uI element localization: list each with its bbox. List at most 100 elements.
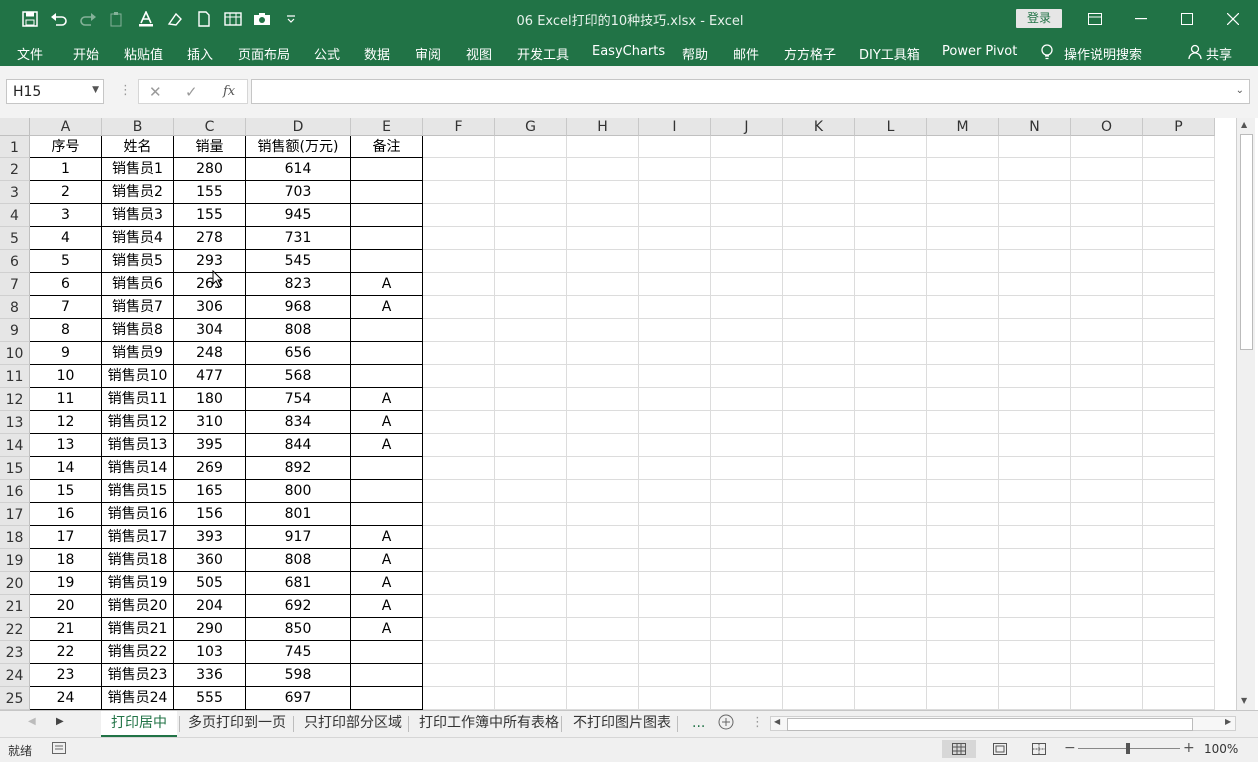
empty-cell[interactable] [711, 273, 783, 296]
empty-cell[interactable] [567, 181, 639, 204]
cell-seq[interactable]: 4 [30, 227, 102, 250]
empty-cell[interactable] [1143, 434, 1215, 457]
cell-sales[interactable]: 204 [174, 595, 246, 618]
horizontal-scroll-thumb[interactable] [787, 718, 1193, 731]
add-sheet-icon[interactable] [718, 714, 734, 734]
empty-cell[interactable] [423, 319, 495, 342]
empty-cell[interactable] [927, 641, 999, 664]
empty-cell[interactable] [783, 549, 855, 572]
empty-cell[interactable] [999, 181, 1071, 204]
cell-sales[interactable]: 555 [174, 687, 246, 710]
empty-cell[interactable] [495, 411, 567, 434]
normal-view-icon[interactable] [942, 740, 976, 758]
print-preview-icon[interactable] [220, 6, 246, 32]
empty-cell[interactable] [639, 664, 711, 687]
macro-record-icon[interactable] [52, 742, 66, 757]
cell-seq[interactable]: 15 [30, 480, 102, 503]
empty-cell[interactable] [495, 227, 567, 250]
empty-cell[interactable] [1071, 319, 1143, 342]
table-header-cell[interactable]: 销售额(万元) [246, 136, 351, 158]
empty-cell[interactable] [711, 388, 783, 411]
column-header-a[interactable]: A [30, 118, 102, 136]
empty-cell[interactable] [1143, 204, 1215, 227]
empty-cell[interactable] [999, 296, 1071, 319]
empty-cell[interactable] [567, 319, 639, 342]
empty-cell[interactable] [855, 273, 927, 296]
empty-cell[interactable] [1143, 618, 1215, 641]
empty-cell[interactable] [1143, 411, 1215, 434]
empty-cell[interactable] [639, 365, 711, 388]
row-header-4[interactable]: 4 [0, 204, 30, 227]
empty-cell[interactable] [639, 204, 711, 227]
empty-cell[interactable] [495, 158, 567, 181]
sheet-tab-fit-one-page[interactable]: 多页打印到一页 [188, 711, 286, 735]
cell-revenue[interactable]: 598 [246, 664, 351, 687]
cell-name[interactable]: 销售员16 [102, 503, 174, 526]
empty-cell[interactable] [855, 434, 927, 457]
empty-cell[interactable] [711, 641, 783, 664]
empty-cell[interactable] [495, 434, 567, 457]
cell-name[interactable]: 销售员7 [102, 296, 174, 319]
row-header-21[interactable]: 21 [0, 595, 30, 618]
cell-sales[interactable]: 290 [174, 618, 246, 641]
empty-cell[interactable] [495, 204, 567, 227]
empty-cell[interactable] [927, 204, 999, 227]
cell-name[interactable]: 销售员6 [102, 273, 174, 296]
scroll-up-icon[interactable]: ▲ [1241, 120, 1247, 129]
empty-cell[interactable] [999, 480, 1071, 503]
cell-note[interactable]: A [351, 526, 423, 549]
empty-cell[interactable] [927, 411, 999, 434]
empty-cell[interactable] [639, 457, 711, 480]
camera-icon[interactable] [249, 6, 275, 32]
empty-cell[interactable] [855, 319, 927, 342]
empty-cell[interactable] [783, 641, 855, 664]
cell-seq[interactable]: 24 [30, 687, 102, 710]
cell-seq[interactable]: 14 [30, 457, 102, 480]
empty-cell[interactable] [999, 549, 1071, 572]
empty-cell[interactable] [567, 595, 639, 618]
empty-cell[interactable] [927, 549, 999, 572]
empty-cell[interactable] [855, 503, 927, 526]
cell-sales[interactable]: 156 [174, 503, 246, 526]
table-header-cell[interactable]: 销量 [174, 136, 246, 158]
cell-seq[interactable]: 23 [30, 664, 102, 687]
name-box[interactable]: H15 ▼ [6, 79, 104, 104]
cell-sales[interactable]: 293 [174, 250, 246, 273]
cell-name[interactable]: 销售员2 [102, 181, 174, 204]
empty-cell[interactable] [1071, 480, 1143, 503]
cell-note[interactable]: A [351, 296, 423, 319]
empty-cell[interactable] [1143, 664, 1215, 687]
column-header-k[interactable]: K [783, 118, 855, 136]
empty-cell[interactable] [1143, 136, 1215, 158]
column-header-p[interactable]: P [1143, 118, 1215, 136]
cell-name[interactable]: 销售员8 [102, 319, 174, 342]
empty-cell[interactable] [711, 434, 783, 457]
cell-note[interactable]: A [351, 411, 423, 434]
row-header-18[interactable]: 18 [0, 526, 30, 549]
column-header-f[interactable]: F [423, 118, 495, 136]
cell-sales[interactable]: 278 [174, 227, 246, 250]
empty-cell[interactable] [711, 342, 783, 365]
empty-cell[interactable] [855, 365, 927, 388]
empty-cell[interactable] [855, 480, 927, 503]
document-icon[interactable] [191, 6, 217, 32]
empty-cell[interactable] [855, 641, 927, 664]
empty-cell[interactable] [1071, 503, 1143, 526]
tab-developer[interactable]: 开发工具 [517, 44, 569, 63]
row-header-2[interactable]: 2 [0, 158, 30, 181]
empty-cell[interactable] [1071, 273, 1143, 296]
empty-cell[interactable] [783, 687, 855, 710]
empty-cell[interactable] [783, 480, 855, 503]
minimize-icon[interactable] [1118, 0, 1164, 38]
cell-note[interactable] [351, 181, 423, 204]
empty-cell[interactable] [711, 296, 783, 319]
empty-cell[interactable] [999, 365, 1071, 388]
cell-note[interactable] [351, 480, 423, 503]
empty-cell[interactable] [495, 296, 567, 319]
empty-cell[interactable] [567, 411, 639, 434]
cell-name[interactable]: 销售员10 [102, 365, 174, 388]
empty-cell[interactable] [711, 503, 783, 526]
empty-cell[interactable] [495, 388, 567, 411]
empty-cell[interactable] [927, 664, 999, 687]
cell-name[interactable]: 销售员13 [102, 434, 174, 457]
